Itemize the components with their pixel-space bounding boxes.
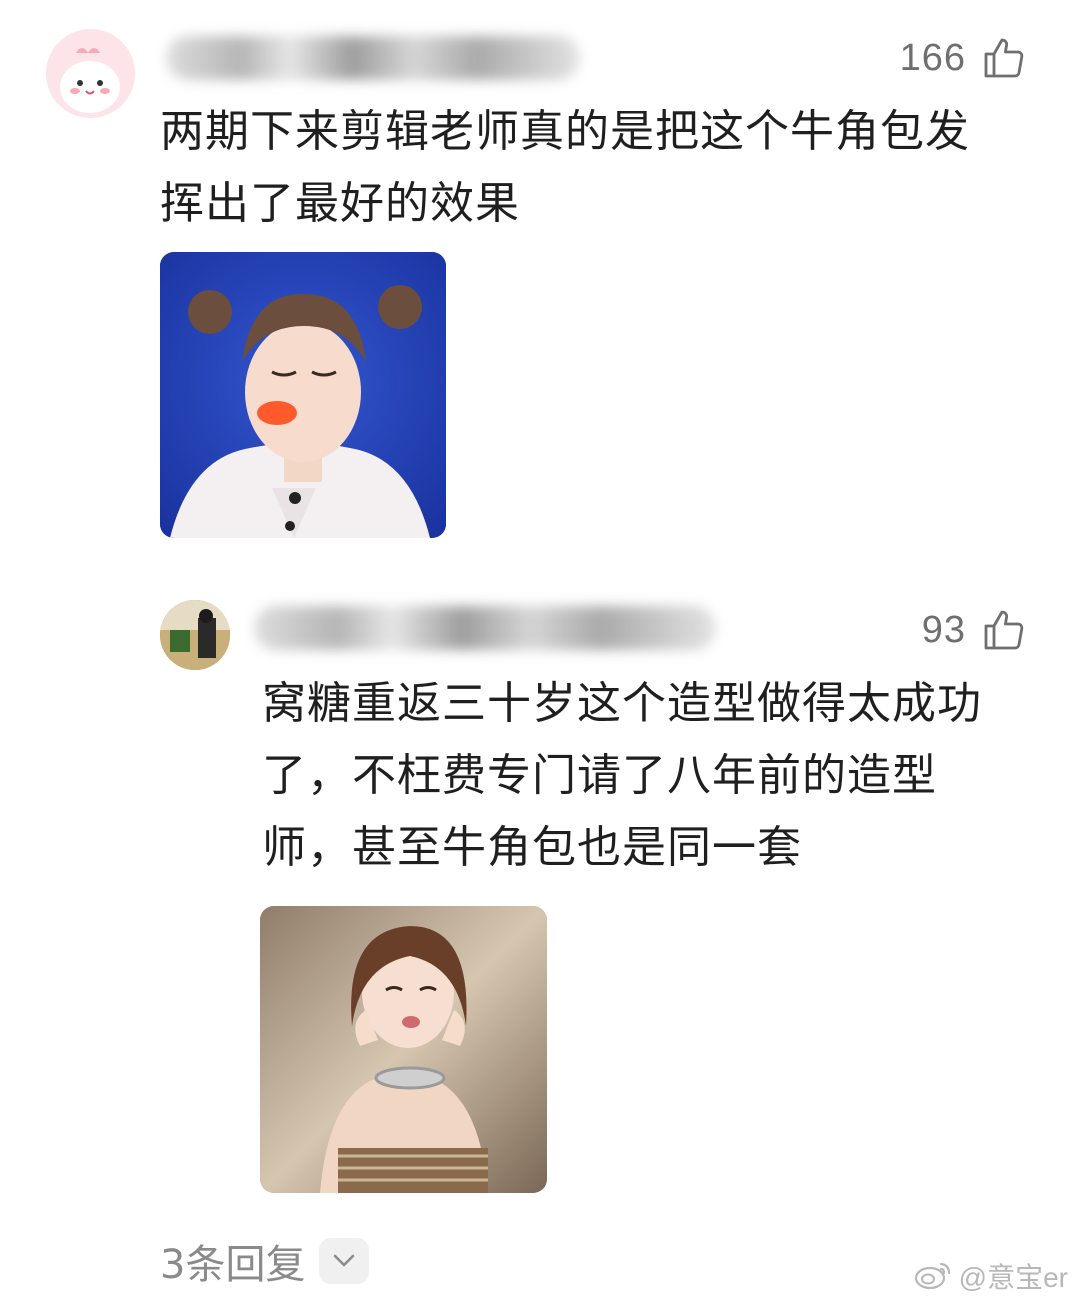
chevron-down-icon[interactable] (319, 1238, 370, 1284)
like-count: 166 (899, 36, 966, 79)
username-redacted[interactable] (166, 36, 580, 80)
like-count: 93 (921, 608, 966, 651)
weibo-icon (913, 1258, 953, 1294)
comment-line: 挥出了最好的效果 (160, 178, 520, 229)
comment-line: 两期下来剪辑老师真的是把这个牛角包发 (160, 106, 970, 157)
thumbs-up-icon[interactable] (980, 34, 1028, 82)
thumbs-up-icon[interactable] (980, 606, 1028, 654)
username-redacted[interactable] (254, 606, 716, 650)
watermark-text: @意宝er (958, 1262, 1068, 1293)
like-group[interactable]: 166 (900, 34, 1028, 82)
like-group[interactable]: 93 (922, 606, 1028, 654)
comment-image[interactable] (260, 906, 547, 1193)
view-replies-button[interactable]: 3条回复 (160, 1232, 370, 1290)
comment-image[interactable] (160, 252, 446, 538)
comment-line: 窝糖重返三十岁这个造型做得太成功 (262, 678, 982, 729)
comment-line: 了，不枉费专门请了八年前的造型 (262, 750, 937, 801)
comment-text: 两期下来剪辑老师真的是把这个牛角包发 挥出了最好的效果 (160, 96, 1040, 240)
comment-text: 窝糖重返三十岁这个造型做得太成功 了，不枉费专门请了八年前的造型 师，甚至牛角包… (262, 668, 1042, 884)
comment-line: 师，甚至牛角包也是同一套 (262, 822, 802, 873)
watermark: @意宝er (913, 1256, 1068, 1296)
avatar[interactable] (46, 29, 135, 118)
replies-count-label: 3条回复 (160, 1242, 306, 1288)
avatar[interactable] (160, 600, 230, 670)
